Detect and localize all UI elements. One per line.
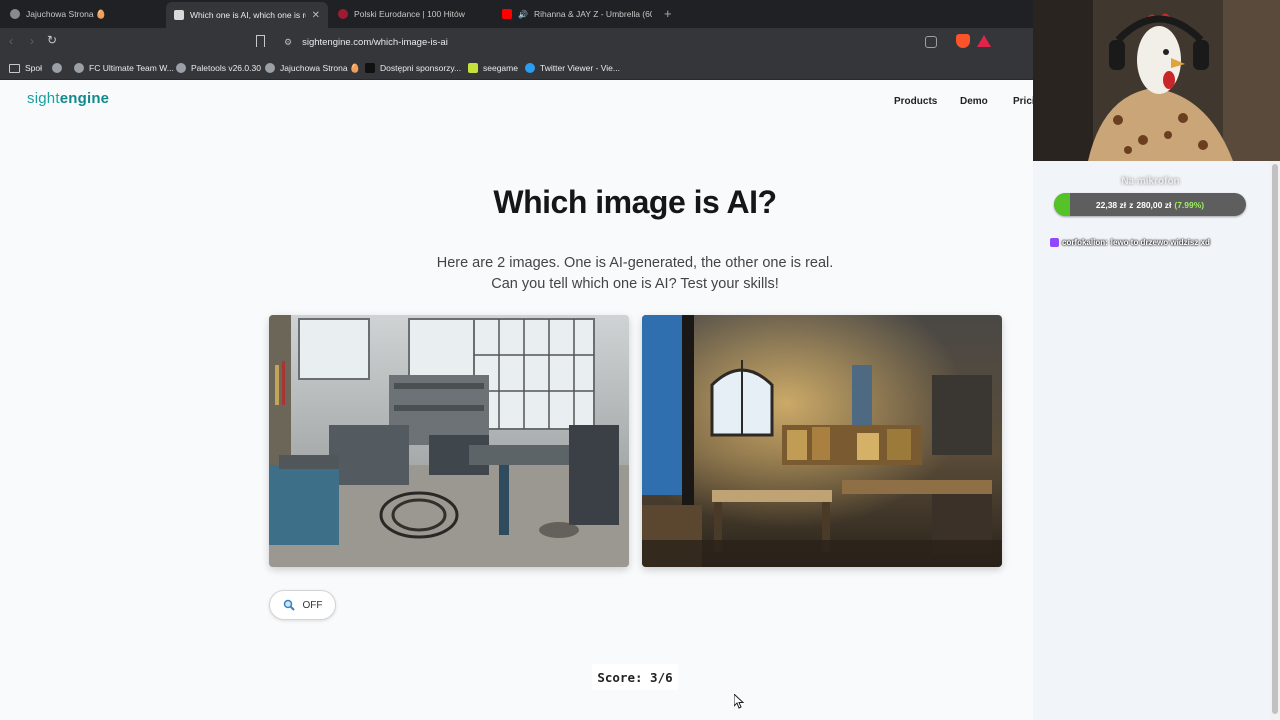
bookmark-item[interactable]: [52, 60, 62, 76]
bookmark-icon[interactable]: [256, 35, 265, 47]
site-logo[interactable]: sightengine: [27, 90, 109, 107]
streamer-webcam-image: [1033, 0, 1280, 161]
globe-icon: [74, 63, 84, 73]
reload-icon[interactable]: ↻: [47, 33, 57, 47]
scrollbar-thumb[interactable]: [1272, 164, 1278, 714]
nav-demo[interactable]: Demo: [960, 96, 988, 107]
donation-goal-text: 22,38 zł z 280,00 zł (7.99%): [1054, 193, 1246, 216]
logo-light-text: sight: [27, 90, 60, 107]
translate-icon[interactable]: [925, 36, 937, 48]
bookmark-label: Paletools v26.0.30: [191, 63, 261, 73]
bookmark-label: Jajuchowa Strona 🥚: [280, 62, 361, 73]
goal-separator: z: [1129, 199, 1134, 210]
goal-percent: (7.99%): [1174, 199, 1205, 210]
tab-label: Polski Eurodance | 100 Hitów: [354, 9, 465, 19]
score-display: Score: 3/6: [592, 664, 678, 690]
tab-label: Rihanna & JAY Z - Umbrella (60 a: [533, 9, 652, 19]
webcam-feed: [1033, 0, 1280, 161]
goal-target: 280,00 zł: [1136, 199, 1172, 210]
music-favicon-icon: [338, 9, 348, 19]
nav-pricing[interactable]: Prici: [1013, 96, 1035, 107]
chat-text: lewo to drzewo widzisz xd: [1110, 237, 1210, 247]
mouse-cursor-icon: [734, 694, 744, 709]
nav-products[interactable]: Products: [894, 96, 937, 107]
globe-icon: [10, 9, 20, 19]
tab-label: Which one is AI, which one is rea: [190, 10, 306, 20]
twitch-icon: [1050, 237, 1059, 247]
browser-tab[interactable]: Jajuchowa Strona 🥚: [10, 4, 160, 24]
bookmark-label: Twitter Viewer - Vie...: [540, 63, 620, 73]
globe-icon: [52, 63, 62, 73]
sightengine-favicon-icon: [174, 10, 184, 20]
back-icon[interactable]: ‹: [9, 34, 13, 48]
bookmark-folder[interactable]: Społ: [9, 60, 42, 76]
bookmark-item[interactable]: seegame: [468, 60, 518, 76]
brave-shield-icon[interactable]: [956, 34, 970, 48]
bookmark-item[interactable]: Dostępni sponsorzy...: [365, 60, 461, 76]
speaker-icon: 🔊: [518, 9, 528, 19]
address-bar[interactable]: ⚙ sightengine.com/which-image-is-ai: [276, 31, 1006, 53]
close-tab-icon[interactable]: ✕: [312, 10, 320, 21]
browser-tab[interactable]: Polski Eurodance | 100 Hitów: [338, 4, 488, 24]
screen: Jajuchowa Strona 🥚 Which one is AI, whic…: [0, 0, 1280, 720]
browser-tab-active[interactable]: Which one is AI, which one is rea ✕: [166, 2, 328, 28]
donation-goal-title: Na mikrofon: [1121, 176, 1180, 187]
chat-message: corfokalion: lewo to drzewo widzisz xd: [1050, 236, 1268, 248]
browser-tab[interactable]: 🔊 Rihanna & JAY Z - Umbrella (60 a: [502, 4, 652, 24]
bookmark-item[interactable]: FC Ultimate Team W...: [74, 60, 174, 76]
globe-icon: [176, 63, 186, 73]
image-option-left[interactable]: [269, 315, 629, 567]
chat-username: corfokalion:: [1062, 237, 1108, 247]
bookmark-label: FC Ultimate Team W...: [89, 63, 174, 73]
goal-current: 22,38 zł: [1095, 199, 1127, 210]
logo-bold-text: engine: [59, 90, 110, 107]
toggle-label: OFF: [302, 599, 323, 611]
site-settings-icon[interactable]: ⚙: [284, 37, 292, 48]
bookmark-label: seegame: [483, 63, 518, 73]
image-option-right[interactable]: [642, 315, 1002, 567]
magnifier-icon: [283, 599, 295, 611]
donation-goal-bar: 22,38 zł z 280,00 zł (7.99%): [1054, 193, 1246, 216]
bookmark-item[interactable]: Paletools v26.0.30: [176, 60, 261, 76]
zoom-toggle-button[interactable]: OFF: [269, 590, 336, 620]
sponsor-icon: [365, 63, 375, 73]
bookmark-item[interactable]: Twitter Viewer - Vie...: [525, 60, 620, 76]
brave-rewards-icon[interactable]: [977, 35, 991, 47]
workshop-photo: [269, 315, 629, 567]
bookmark-item[interactable]: Jajuchowa Strona 🥚: [265, 60, 361, 76]
new-tab-icon[interactable]: +: [664, 6, 672, 21]
youtube-favicon-icon: [502, 9, 512, 19]
bookmark-label: Społ: [25, 63, 43, 73]
forward-icon[interactable]: ›: [30, 34, 34, 48]
bookmark-label: Dostępni sponsorzy...: [380, 63, 462, 73]
seegame-icon: [468, 63, 478, 73]
folder-icon: [9, 63, 20, 73]
globe-icon: [265, 63, 275, 73]
twitter-viewer-icon: [525, 63, 535, 73]
tab-label: Jajuchowa Strona 🥚: [26, 8, 107, 19]
url-text: sightengine.com/which-image-is-ai: [302, 36, 448, 48]
woodshop-photo: [642, 315, 1002, 567]
